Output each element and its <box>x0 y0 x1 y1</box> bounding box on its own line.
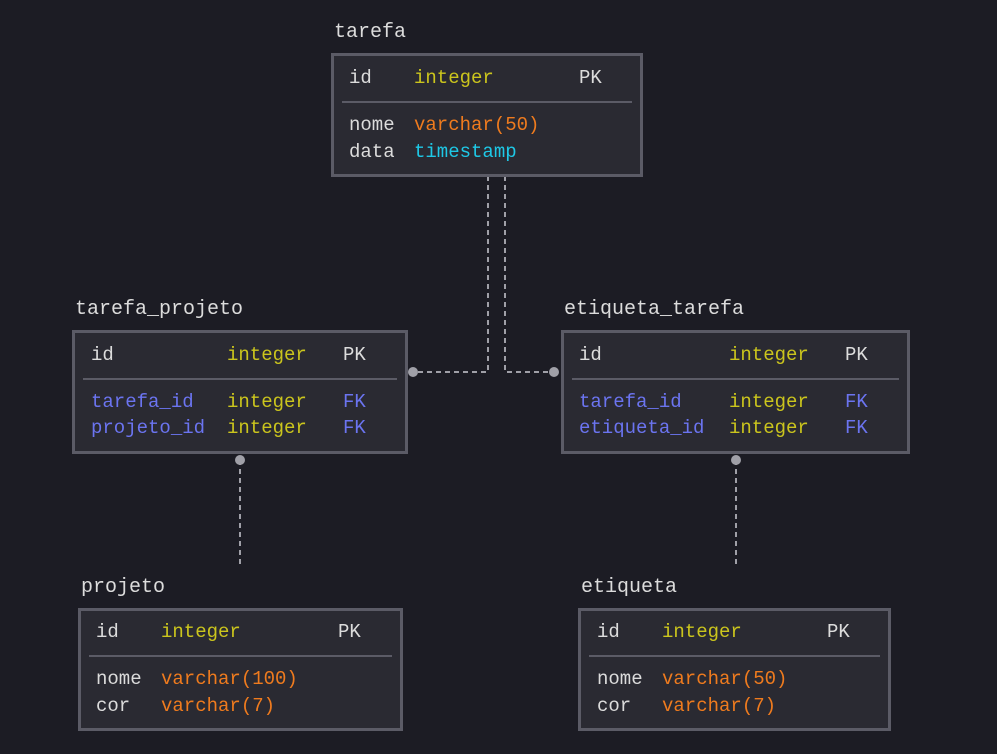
column-separator <box>89 655 392 657</box>
column-name: id <box>96 621 119 643</box>
endpoint-tarefa-projeto-bottom <box>235 455 245 465</box>
column-type: integer <box>729 344 809 366</box>
entity-box: id integer PK tarefa_id integer FK proje… <box>72 330 408 454</box>
column-type: varchar(7) <box>161 695 276 717</box>
entity-box: id integer PK nome varchar(100) cor varc… <box>78 608 403 731</box>
column-type: integer <box>414 67 494 89</box>
entity-title: tarefa_projeto <box>75 298 244 321</box>
column-type: varchar(50) <box>414 114 540 136</box>
column-type: integer <box>161 621 241 643</box>
column-type: integer <box>227 391 307 413</box>
column-name: id <box>579 344 602 366</box>
entity-box: id integer PK nome varchar(50) data time… <box>331 53 643 177</box>
column-type: timestamp <box>414 141 517 163</box>
column-name: nome <box>349 114 395 136</box>
entity-box: id integer PK tarefa_id integer FK etiqu… <box>561 330 910 454</box>
column-key: PK <box>827 621 850 643</box>
column-type: varchar(7) <box>662 695 777 717</box>
column-key: FK <box>845 391 868 413</box>
column-type: integer <box>729 391 809 413</box>
column-name: tarefa_id <box>579 391 682 413</box>
entity-title: tarefa <box>334 21 407 44</box>
endpoint-tarefa-projeto <box>408 367 418 377</box>
column-type: integer <box>227 417 307 439</box>
column-key: PK <box>338 621 361 643</box>
column-name: etiqueta_id <box>579 417 705 439</box>
endpoint-etiqueta-tarefa <box>549 367 559 377</box>
column-name: id <box>597 621 620 643</box>
column-key: FK <box>845 417 868 439</box>
column-name: nome <box>597 668 643 690</box>
column-separator <box>342 101 632 103</box>
column-name: data <box>349 141 395 163</box>
connector-tarefa-etiqueta-tarefa <box>504 176 554 373</box>
endpoint-etiqueta-tarefa-bottom <box>731 455 741 465</box>
column-key: FK <box>343 417 366 439</box>
column-type: varchar(100) <box>161 668 298 690</box>
entity-title: etiqueta_tarefa <box>564 298 745 321</box>
column-key: PK <box>579 67 602 89</box>
column-name: id <box>91 344 114 366</box>
entity-title: etiqueta <box>581 576 678 599</box>
column-name: nome <box>96 668 142 690</box>
column-key: PK <box>343 344 366 366</box>
column-key: FK <box>343 391 366 413</box>
column-name: tarefa_id <box>91 391 194 413</box>
entity-box: id integer PK nome varchar(50) cor varch… <box>578 608 891 731</box>
column-separator <box>572 378 899 380</box>
column-type: varchar(50) <box>662 668 788 690</box>
column-type: integer <box>729 417 809 439</box>
entity-title: projeto <box>81 576 166 599</box>
column-separator <box>589 655 880 657</box>
column-name: cor <box>597 695 632 717</box>
column-name: id <box>349 67 372 89</box>
column-separator <box>83 378 397 380</box>
column-type: integer <box>227 344 307 366</box>
column-key: PK <box>845 344 868 366</box>
connector-tarefa-tarefa-projeto <box>413 176 489 373</box>
column-name: projeto_id <box>91 417 206 439</box>
column-name: cor <box>96 695 131 717</box>
column-type: integer <box>662 621 742 643</box>
